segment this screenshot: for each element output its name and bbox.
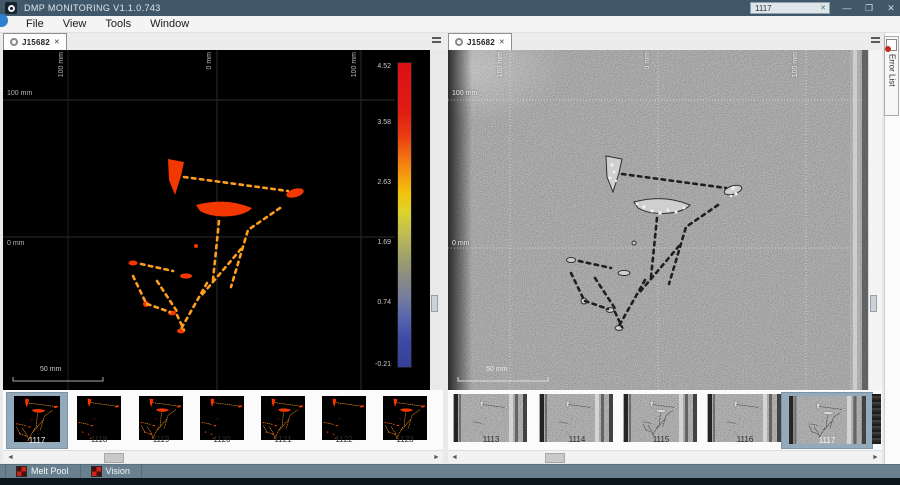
menu-window[interactable]: Window: [150, 18, 189, 30]
window-bottom-edge: [0, 478, 900, 485]
error-list-icon: [885, 39, 897, 52]
axis-label: 0 mm: [452, 240, 470, 247]
vision-plot: [375, 13, 868, 390]
axis-label: 100 mm: [497, 52, 504, 78]
axis-label: 100 mm: [792, 52, 799, 78]
axis-label: 0 mm: [644, 52, 651, 70]
statusbar-tab-vision[interactable]: Vision: [81, 465, 142, 478]
melt-pool-icon: [16, 466, 27, 477]
thumbnail-1115[interactable]: 1115: [623, 394, 699, 447]
thumbnail-1117-vision[interactable]: 1117: [781, 392, 873, 449]
vision-canvas[interactable]: [375, 13, 868, 390]
title-bar: DMP MONITORING V1.1.0.743 ✕ — ❐ ✕: [0, 0, 900, 16]
axis-label: 100 mm: [351, 52, 358, 78]
colorbar-tick: 1.69: [377, 239, 391, 246]
thumbnail-1123[interactable]: 1123: [382, 394, 428, 447]
axis-label: 100 mm: [58, 52, 65, 78]
colorbar-labels: 4.52 3.58 2.63 1.69 0.74 -0.21: [358, 62, 394, 368]
thumbnail-1120[interactable]: 1120: [199, 394, 245, 447]
clear-search-icon[interactable]: ✕: [817, 4, 829, 12]
tab-close-icon[interactable]: ✕: [499, 38, 505, 46]
thumbnail-1117[interactable]: 1117: [6, 392, 68, 449]
scale-bracket: [12, 377, 104, 382]
menu-bar: File View Tools Window: [0, 16, 900, 33]
melt-pool-scrollbar[interactable]: ◄ ►: [3, 450, 443, 463]
thumbnail-1122[interactable]: 1122: [321, 394, 367, 447]
menu-view[interactable]: View: [63, 18, 87, 30]
statusbar-tab-melt-pool[interactable]: Melt Pool: [5, 465, 81, 478]
splitter-grip[interactable]: [431, 295, 438, 312]
scroll-right-icon[interactable]: ►: [872, 454, 879, 461]
close-button[interactable]: ✕: [880, 0, 900, 16]
minimize-button[interactable]: —: [836, 0, 858, 16]
tab-close-icon[interactable]: ✕: [54, 38, 60, 46]
app-logo-icon: [5, 2, 17, 14]
colorbar-tick: 4.52: [377, 63, 391, 70]
thumbnail-1119[interactable]: 1119: [138, 394, 184, 447]
colorbar-tick: 3.58: [377, 119, 391, 126]
thumbnail-1118[interactable]: 1118: [76, 394, 122, 447]
vision-scrollbar[interactable]: ◄ ►: [448, 450, 882, 463]
colorbar-tick: 2.63: [377, 179, 391, 186]
thumbnail-1116[interactable]: 1116: [707, 394, 783, 447]
axis-label: 0 mm: [7, 240, 25, 247]
axis-label: 100 mm: [452, 90, 478, 97]
axis-label: 100 mm: [7, 90, 33, 97]
thumbnail-partial[interactable]: [872, 394, 881, 444]
scrollbar-thumb[interactable]: [545, 453, 565, 463]
window-title: DMP MONITORING V1.1.0.743: [24, 3, 161, 13]
scroll-left-icon[interactable]: ◄: [451, 454, 458, 461]
scale-label: 50 mm: [486, 366, 508, 373]
thumbnail-1121[interactable]: 1121: [260, 394, 306, 447]
title-search-box[interactable]: ✕: [750, 2, 830, 14]
colorbar: [397, 62, 412, 368]
menu-tools[interactable]: Tools: [105, 18, 131, 30]
restore-button[interactable]: ❐: [858, 0, 880, 16]
menu-file[interactable]: File: [26, 18, 44, 30]
colorbar-tick: -0.21: [375, 361, 391, 368]
thumbnail-1113[interactable]: 1113: [453, 394, 529, 447]
scale-label: 50 mm: [40, 366, 62, 373]
document-icon: [455, 38, 463, 46]
app-window: DMP MONITORING V1.1.0.743 ✕ — ❐ ✕ File V…: [0, 0, 900, 485]
tab-vision-document[interactable]: J15682 ✕: [448, 33, 512, 50]
scroll-left-icon[interactable]: ◄: [7, 454, 14, 461]
dock-menu-icon[interactable]: [871, 37, 880, 44]
tab-meltpool-document[interactable]: J15682 ✕: [3, 33, 67, 50]
document-icon: [10, 38, 18, 46]
vision-icon: [90, 466, 102, 477]
axis-label: 0 mm: [206, 52, 213, 70]
status-bar: Melt Pool Vision: [0, 464, 900, 478]
search-input[interactable]: [751, 3, 818, 13]
splitter-grip[interactable]: [870, 295, 877, 312]
colorbar-tick: 0.74: [377, 299, 391, 306]
thumbnail-1114[interactable]: 1114: [539, 394, 615, 447]
dock-menu-icon[interactable]: [432, 37, 441, 44]
tab-error-list[interactable]: Error List: [884, 36, 899, 116]
scroll-right-icon[interactable]: ►: [433, 454, 440, 461]
scrollbar-thumb[interactable]: [104, 453, 124, 463]
